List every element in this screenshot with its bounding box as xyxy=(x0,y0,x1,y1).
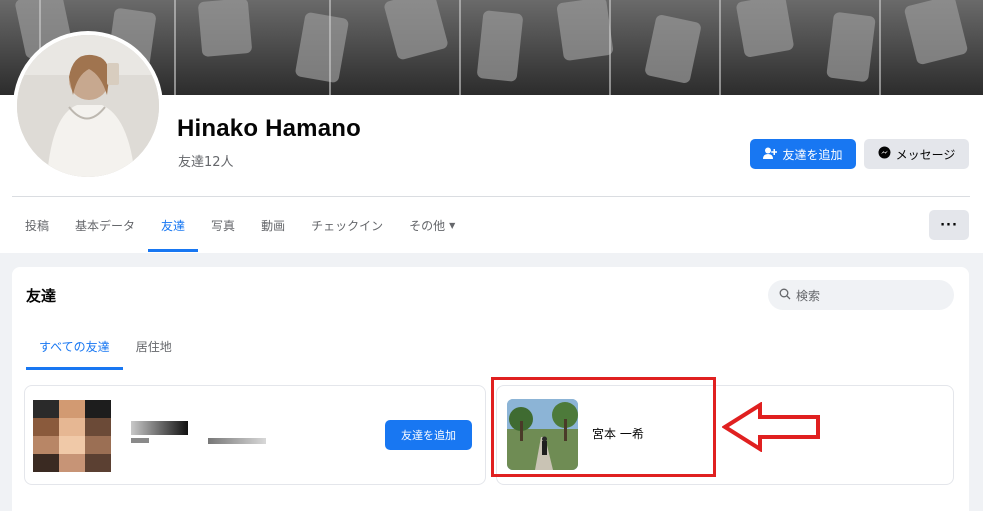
caret-down-icon: ▼ xyxy=(449,220,456,230)
search-placeholder: 検索 xyxy=(796,288,821,303)
more-options-button[interactable]: ··· xyxy=(929,210,969,240)
message-label: メッセージ xyxy=(895,147,956,162)
add-friend-button-small[interactable]: 友達を追加 xyxy=(385,420,472,450)
person-add-icon xyxy=(763,147,778,162)
tab-friends[interactable]: 友達 xyxy=(148,198,199,252)
friend-avatar-redacted xyxy=(33,400,111,472)
friends-search-input[interactable]: 検索 xyxy=(768,280,954,310)
friends-subtabs: すべての友達 居住地 xyxy=(26,322,185,370)
tab-videos[interactable]: 動画 xyxy=(248,198,298,252)
arrow-left-icon xyxy=(721,401,822,456)
message-button[interactable]: メッセージ xyxy=(864,139,969,169)
add-friend-label: 友達を追加 xyxy=(782,147,843,162)
header-divider xyxy=(12,196,970,197)
profile-tabs: 投稿 基本データ 友達 写真 動画 チェックイン その他 ▼ xyxy=(12,198,468,252)
friends-section-title: 友達 xyxy=(26,287,57,305)
redacted-text xyxy=(208,438,266,444)
tab-photos[interactable]: 写真 xyxy=(198,198,248,252)
subtab-all-friends[interactable]: すべての友達 xyxy=(26,322,123,370)
subtab-current-city[interactable]: 居住地 xyxy=(123,322,185,370)
search-icon xyxy=(779,288,791,303)
profile-avatar[interactable] xyxy=(13,31,163,181)
highlight-box xyxy=(491,377,716,477)
tab-posts[interactable]: 投稿 xyxy=(12,198,62,252)
messenger-icon xyxy=(878,146,891,162)
profile-name: Hinako Hamano xyxy=(177,115,361,142)
tab-more[interactable]: その他 ▼ xyxy=(396,198,468,252)
redacted-text xyxy=(131,438,149,443)
add-friend-button[interactable]: 友達を追加 xyxy=(750,139,856,169)
tab-about[interactable]: 基本データ xyxy=(62,198,148,252)
tab-checkins[interactable]: チェックイン xyxy=(298,198,396,252)
friends-count[interactable]: 友達12人 xyxy=(178,151,234,170)
redacted-name xyxy=(131,421,188,435)
